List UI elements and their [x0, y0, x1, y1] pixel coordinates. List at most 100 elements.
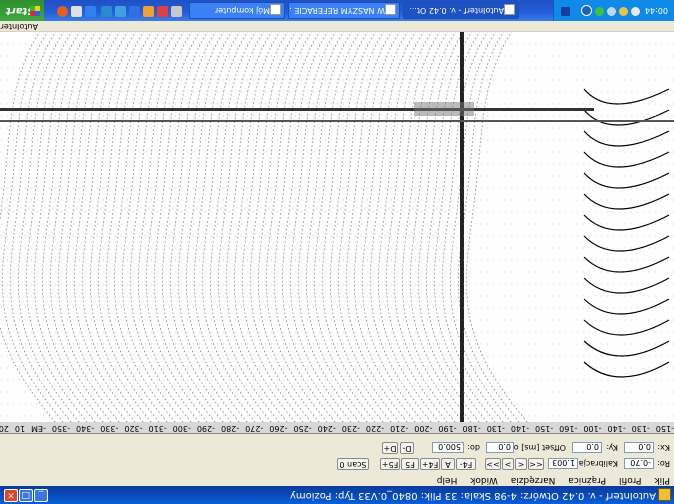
nav-last-button[interactable]: >> [485, 458, 501, 470]
f5-button[interactable]: F5 [401, 458, 419, 470]
offset-label: Offset [ms] od: [506, 443, 566, 452]
close-button[interactable]: × [4, 489, 18, 502]
f4-minus-button[interactable]: F4- [456, 458, 476, 470]
scale-tick: -210 [390, 424, 409, 433]
quicklaunch-icon-4[interactable] [129, 6, 140, 17]
app-icon [658, 488, 671, 501]
scale-tick: -160 [559, 424, 578, 433]
fringe-arc [583, 256, 670, 273]
offset-to-label: do: [467, 443, 480, 452]
fringe-arc [583, 193, 670, 210]
fringe-line [465, 31, 528, 423]
taskbar: 00:44 AutoInterf - v. 0.42 Ot... W NASZY… [0, 0, 674, 21]
scale-tick: -260 [269, 424, 288, 433]
offset-from-field[interactable]: 0.0 [486, 442, 514, 453]
scale-tick: -130 [486, 424, 505, 433]
volume-icon[interactable] [631, 7, 640, 16]
fringe-line [57, 31, 120, 423]
ky-field[interactable]: 0.0 [572, 442, 602, 453]
fringe-line [217, 31, 280, 423]
language-icon[interactable] [561, 7, 570, 16]
window-title: AutoInterf - v. 0.42 Otwórz: 4-98 Skala:… [289, 490, 656, 501]
fringe-arc [583, 109, 670, 126]
menu-profil[interactable]: Profil [613, 475, 645, 486]
minimize-button[interactable]: _ [34, 489, 48, 502]
reference-line [460, 32, 464, 422]
update-icon[interactable] [595, 7, 604, 16]
scan-button[interactable]: Scan 0 [337, 458, 369, 470]
fringe-line [361, 31, 424, 423]
network-icon[interactable] [619, 7, 628, 16]
fringe-line [337, 31, 400, 423]
band-highlight [414, 102, 474, 116]
quicklaunch-icon-8[interactable] [71, 6, 82, 17]
task-autointerf[interactable]: AutoInterf - v. 0.42 Ot... [403, 2, 519, 19]
scale-tick: -140 [510, 424, 530, 433]
offset-to-field[interactable]: 500.0 [432, 442, 464, 453]
quicklaunch-icon-5[interactable] [115, 6, 126, 17]
scale-tick: -150 [655, 424, 674, 433]
f4-plus-button[interactable]: F4+ [420, 458, 440, 470]
menu-plik[interactable]: Plik [648, 475, 674, 486]
clock: 00:44 [644, 6, 668, 15]
f5-plus-button[interactable]: F5+ [380, 458, 400, 470]
menu-widok[interactable]: Widok [464, 475, 502, 486]
fringe-line [33, 31, 96, 423]
scale-tick: -100 [583, 424, 602, 433]
kx-field[interactable]: 0.0 [624, 442, 654, 453]
menu-bar: Plik Profil Prążnica Narzędzia Widok Hel… [0, 472, 674, 486]
fringe-line [41, 31, 104, 423]
quicklaunch-icon-3[interactable] [143, 6, 154, 17]
fringe-line [425, 31, 488, 423]
task-document[interactable]: W NASZYM REFERACIE ... [288, 2, 400, 19]
security-icon[interactable] [607, 7, 616, 16]
fringe-line [193, 31, 256, 423]
kalibracja-field[interactable]: 1.003 [548, 458, 578, 469]
fringe-line [17, 31, 80, 423]
fringe-line [89, 31, 152, 423]
scale-tick: -330 [100, 424, 119, 433]
quicklaunch-icon-6[interactable] [101, 6, 112, 17]
maximize-button[interactable]: □ [19, 489, 33, 502]
ro-field[interactable]: -0.70 [624, 458, 654, 469]
quicklaunch-icon-7[interactable] [85, 6, 96, 17]
fringe-line [385, 31, 448, 423]
fringe-line [49, 31, 112, 423]
task-my-computer[interactable]: Mój komputer [189, 2, 285, 19]
fringe-line [249, 31, 312, 423]
fringe-line [345, 31, 408, 423]
tray-app-icon[interactable] [581, 5, 592, 16]
firefox-icon[interactable] [57, 6, 68, 17]
fringe-arc [583, 277, 670, 294]
menu-help[interactable]: Help [431, 475, 462, 486]
window-titlebar[interactable]: AutoInterf - v. 0.42 Otwórz: 4-98 Skala:… [0, 486, 674, 504]
quicklaunch-icon-2[interactable] [157, 6, 168, 17]
interferogram-plot[interactable] [0, 31, 674, 423]
fringe-line [297, 31, 360, 423]
word-task-icon [385, 4, 396, 15]
nav-prev-button[interactable]: < [515, 458, 527, 470]
fringe-line [185, 31, 248, 423]
fringe-arc [583, 130, 670, 147]
fringe-line [233, 31, 296, 423]
scale-tick: -180 [462, 424, 481, 433]
fringe-line [353, 31, 416, 423]
fringe-line [65, 31, 128, 423]
nav-next-button[interactable]: > [502, 458, 514, 470]
fringe-line [201, 31, 264, 423]
quicklaunch-icon-1[interactable] [171, 6, 182, 17]
a-button[interactable]: A [441, 458, 455, 470]
d-plus-button[interactable]: D+ [382, 442, 398, 454]
horizontal-band [0, 108, 594, 111]
menu-narzedzia[interactable]: Narzędzia [505, 475, 560, 486]
fringe-line [121, 31, 184, 423]
menu-prazniki[interactable]: Prążnica [562, 475, 610, 486]
fringe-line [209, 31, 272, 423]
start-button[interactable]: Start [0, 0, 44, 21]
nav-first-button[interactable]: << [528, 458, 544, 470]
d-minus-button[interactable]: D- [400, 442, 414, 454]
scale-tick: -130 [631, 424, 650, 433]
system-tray: 00:44 [553, 0, 674, 21]
fringe-line [73, 31, 136, 423]
fringe-line [377, 31, 440, 423]
